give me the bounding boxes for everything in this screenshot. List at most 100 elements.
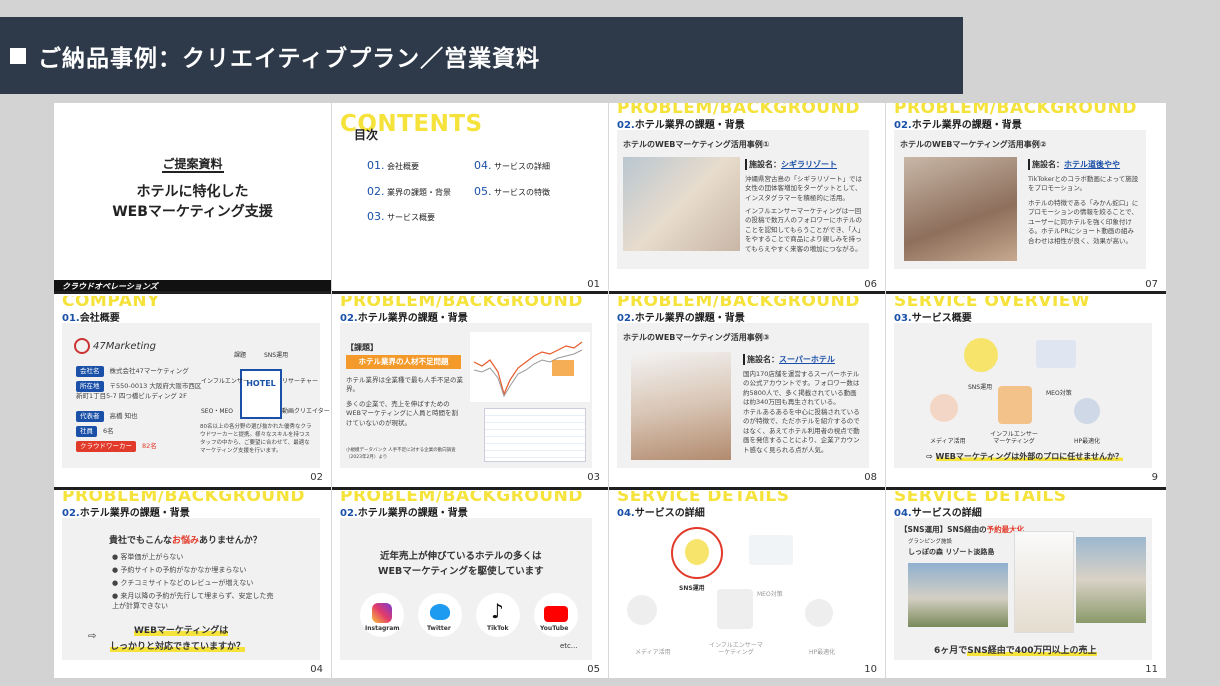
- hp-icon: [805, 599, 833, 627]
- media-icon: [627, 595, 657, 625]
- section-title: 02.ホテル業界の課題・背景: [340, 508, 468, 519]
- section-title: 02.ホテル業界の課題・背景: [340, 313, 468, 324]
- slide-watermark: SERVICE DETAILS: [894, 491, 1067, 506]
- service-node: HP最適化: [809, 649, 836, 656]
- sns-person-icon: [964, 338, 998, 372]
- issue-tag: 【課題】: [346, 343, 378, 352]
- media-person-icon: [930, 394, 958, 422]
- col-divider: [885, 103, 886, 678]
- slide-issue[interactable]: PROBLEM/BACKGROUND 02.ホテル業界の課題・背景 【課題】 ホ…: [332, 296, 608, 486]
- arrow-icon: ⇨: [88, 631, 97, 642]
- slide-service-overview[interactable]: SERVICE OVERVIEW 03.サービス概要 SNS運用 MEO対策 メ…: [886, 296, 1166, 486]
- service-node: メディア活用: [930, 438, 966, 445]
- section-title: 03.サービス概要: [894, 313, 972, 324]
- sns-highlight-icon: [671, 527, 723, 579]
- slide-service-details[interactable]: SERVICE DETAILS 04.サービスの詳細 SNS運用 MEO対策 メ…: [609, 491, 885, 678]
- page-number: 01: [587, 279, 600, 290]
- network-node: リサーチャー: [282, 378, 318, 385]
- toc-item: 01. 会社概要: [367, 159, 420, 172]
- page-number: 07: [1145, 279, 1158, 290]
- glamping-photo: [908, 563, 1008, 627]
- app-label: Instagram: [365, 625, 400, 632]
- slide-contents[interactable]: CONTENTS 目次 01. 会社概要 04. サービスの詳細 02. 業界の…: [332, 103, 608, 293]
- slide-watermark: PROBLEM/BACKGROUND: [894, 103, 1137, 118]
- page-number: 04: [310, 664, 323, 675]
- section-title: 02.ホテル業界の課題・背景: [894, 120, 1022, 131]
- row-divider: [54, 487, 1166, 490]
- slide-case-2[interactable]: PROBLEM/BACKGROUND 02.ホテル業界の課題・背景 ホテルのWE…: [886, 103, 1166, 293]
- cover-title-2: WEBマーケティング支援: [112, 204, 273, 220]
- marketing-logo: 47Marketing: [74, 338, 156, 354]
- slide-case-3[interactable]: PROBLEM/BACKGROUND 02.ホテル業界の課題・背景 ホテルのWE…: [609, 296, 885, 486]
- slide-cover[interactable]: ご提案資料 ホテルに特化した WEBマーケティング支援 クラウドオペレーションズ: [54, 103, 331, 293]
- network-node: インフルエンサー: [201, 378, 249, 385]
- case-text: インフルエンサーマーケティングは一回の投稿で数万人のフォロワーにホテルのことを認…: [745, 207, 862, 253]
- facility-name: 施設名：スーパーホテル: [743, 354, 835, 365]
- page-number: 9: [1151, 472, 1158, 483]
- slide-sns-result[interactable]: SERVICE DETAILS 04.サービスの詳細 【SNS運用】SNS経由の…: [886, 491, 1166, 678]
- meo-screen-icon: [749, 535, 793, 565]
- toc-item: 02. 業界の課題・背景: [367, 185, 452, 198]
- influencer-phone-icon: [998, 386, 1032, 424]
- case-title: ホテルのWEBマーケティング活用事例②: [900, 140, 1047, 149]
- network-node: SNS運用: [264, 352, 289, 359]
- company-row: 会社名 株式会社47マーケティング: [76, 366, 189, 378]
- result-heading: 【SNS運用】SNS経由の予約最大化: [900, 525, 1025, 534]
- network-node: SEO・MEO: [201, 408, 234, 415]
- case-text: TikTokerとのコラボ動画によって施設をプロモーション。: [1028, 175, 1139, 193]
- app-label: Twitter: [427, 625, 451, 632]
- meo-screen-icon: [1036, 340, 1076, 368]
- facility-title: しっぽの森 リゾート淡路島: [908, 548, 995, 556]
- tiktok-screenshot: [904, 157, 1017, 261]
- company-description: 80名以上の各分野の選び抜かれた優秀なクラウドワーカーと提携。様々なスキルを持つ…: [200, 424, 312, 454]
- sns-heading: 近年売上が伸びているホテルの多くは: [380, 551, 542, 562]
- service-cta: ⇨ WEBマーケティングは外部のプロに任せませんか？: [926, 452, 1124, 461]
- service-node: インフルエンサーマーケティング: [990, 431, 1038, 445]
- section-title: 01.会社概要: [62, 313, 120, 324]
- service-node: MEO対策: [757, 591, 783, 598]
- contents-heading: 目次: [354, 128, 379, 142]
- section-title: 02.ホテル業界の課題・背景: [617, 120, 745, 131]
- network-node: 動画クリエイター: [282, 408, 330, 415]
- page-number: 11: [1145, 664, 1158, 675]
- section-title: 02.ホテル業界の課題・背景: [62, 508, 190, 519]
- facility-type: グランピング施設: [908, 539, 953, 545]
- case-text: 沖縄県宮古島の「シギラリゾート」では女性の団体客増加をターゲットとして、インスタ…: [745, 175, 862, 202]
- case-text: ホテルあるあるを中心に投稿されているのが特徴で、ただホテルを紹介するのではなく、…: [743, 408, 860, 454]
- worries-cta: しっかりと対応できていますか？: [110, 639, 246, 652]
- toc-item: 03. サービス概要: [367, 210, 436, 223]
- worry-item: ● 客単価が上がらない: [112, 553, 184, 561]
- page-number: 02: [310, 472, 323, 483]
- banner-title: ご納品事例：クリエイティブプラン／営業資料: [38, 45, 541, 72]
- etc-label: etc...: [560, 642, 578, 650]
- slide-watermark: PROBLEM/BACKGROUND: [340, 296, 583, 311]
- case-title: ホテルのWEBマーケティング活用事例③: [623, 333, 770, 342]
- row-divider: [54, 291, 1166, 294]
- data-table: [484, 408, 586, 462]
- instagram-profile: [1014, 531, 1074, 633]
- slide-case-1[interactable]: PROBLEM/BACKGROUND 02.ホテル業界の課題・背景 ホテルのWE…: [609, 103, 885, 293]
- service-node: SNS運用: [968, 384, 993, 391]
- service-node: MEO対策: [1046, 390, 1072, 397]
- hp-person-icon: [1074, 398, 1100, 424]
- slide-watermark: PROBLEM/BACKGROUND: [617, 296, 860, 311]
- content-panel: [340, 518, 592, 660]
- building-photo: [1076, 537, 1146, 623]
- slide-worries[interactable]: PROBLEM/BACKGROUND 02.ホテル業界の課題・背景 貴社でもこん…: [54, 491, 331, 678]
- slide-sns-apps[interactable]: PROBLEM/BACKGROUND 02.ホテル業界の課題・背景 近年売上が伸…: [332, 491, 608, 678]
- service-node: HP最適化: [1074, 438, 1101, 445]
- worry-item: ● 来月以降の予約が先行して埋まらず、安定した売上が計算できない: [112, 592, 274, 611]
- page-number: 08: [864, 472, 877, 483]
- slide-watermark: SERVICE DETAILS: [617, 491, 790, 506]
- case-title: ホテルのWEBマーケティング活用事例①: [623, 140, 770, 149]
- chart-highlight: [552, 360, 574, 376]
- section-title: 04.サービスの詳細: [617, 508, 705, 519]
- section-title: 04.サービスの詳細: [894, 508, 982, 519]
- slide-company[interactable]: COMPANY 01.会社概要 47Marketing 会社名 株式会社47マーケ…: [54, 296, 331, 486]
- facility-name: 施設名：シギラリゾート: [745, 159, 837, 170]
- app-label: YouTube: [540, 625, 569, 632]
- issue-text: 多くの企業で、売上を伸ばすためのWEBマーケティングに人員と時間を割けていないの…: [346, 400, 458, 427]
- shortage-chart: [470, 332, 590, 402]
- company-row: 社員 6名: [76, 426, 114, 438]
- page-number: 10: [864, 664, 877, 675]
